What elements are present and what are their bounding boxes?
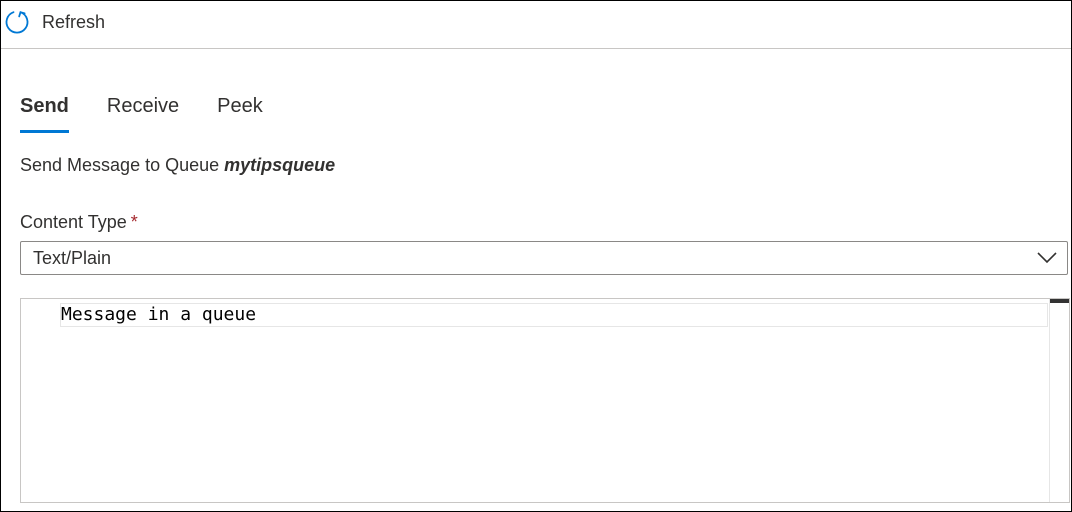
editor-scroll-thumb[interactable] <box>1050 299 1069 303</box>
section-subtitle: Send Message to Queue mytipsqueue <box>20 155 335 176</box>
tab-peek[interactable]: Peek <box>217 95 263 133</box>
content-type-dropdown[interactable]: Text/Plain <box>20 241 1068 275</box>
send-message-panel: Refresh Send Receive Peek Send Message t… <box>0 0 1072 512</box>
subtitle-text: Send Message to Queue <box>20 155 225 175</box>
content-type-label: Content Type * <box>20 212 138 233</box>
required-indicator: * <box>130 212 138 232</box>
refresh-button[interactable]: Refresh <box>4 9 105 35</box>
tab-send[interactable]: Send <box>20 95 69 133</box>
tab-list: Send Receive Peek <box>20 95 301 135</box>
content-type-selected-value: Text/Plain <box>33 248 112 268</box>
content-type-label-text: Content Type <box>20 212 127 232</box>
message-body-editor[interactable]: Message in a queue <box>20 298 1070 503</box>
command-bar: Refresh <box>1 1 1071 49</box>
refresh-icon <box>4 9 30 35</box>
chevron-down-icon <box>1037 251 1057 270</box>
editor-scrollbar[interactable] <box>1049 299 1069 502</box>
queue-name: mytipsqueue <box>224 155 336 175</box>
tab-receive[interactable]: Receive <box>107 95 179 133</box>
refresh-label: Refresh <box>42 11 106 32</box>
editor-current-line[interactable]: Message in a queue <box>60 303 1048 327</box>
